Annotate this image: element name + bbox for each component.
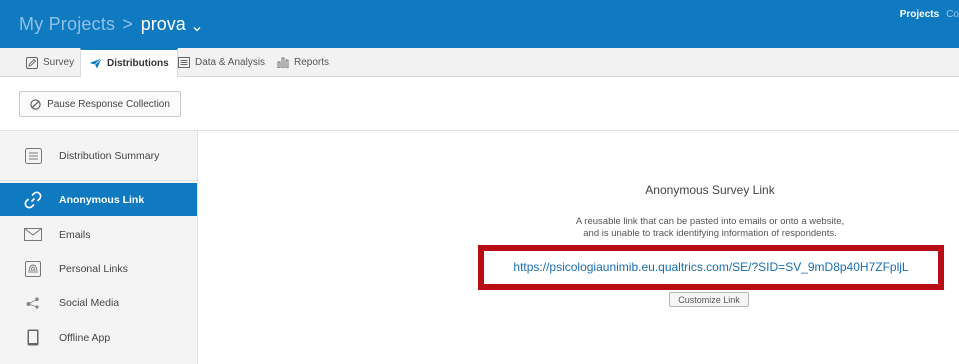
anonymous-survey-link[interactable]: https://psicologiaunimib.eu.qualtrics.co… <box>486 260 936 274</box>
pause-response-collection-button[interactable]: Pause Response Collection <box>19 91 181 117</box>
top-right-nav: Projects Co <box>900 9 959 20</box>
tab-reports[interactable]: Reports <box>277 48 329 77</box>
tab-label: Data & Analysis <box>195 57 266 68</box>
envelope-icon <box>23 225 43 245</box>
tab-label: Distributions <box>107 58 169 69</box>
sidebar-item-label: Emails <box>59 228 91 241</box>
sidebar-item-label: Anonymous Link <box>59 193 145 206</box>
link-icon <box>23 190 43 210</box>
sidebar-item-label: Personal Links <box>59 262 128 275</box>
share-icon <box>23 293 43 313</box>
sidebar-item-social-media[interactable]: Social Media <box>0 286 197 319</box>
nav-link-truncated[interactable]: Co <box>946 9 959 20</box>
description-line: A reusable link that can be pasted into … <box>575 216 845 227</box>
sidebar-item-distribution-summary[interactable]: Distribution Summary <box>0 131 197 181</box>
tab-label: Survey <box>43 57 75 68</box>
pause-button-label: Pause Response Collection <box>47 98 170 110</box>
pause-circle-icon <box>30 98 41 110</box>
breadcrumb: My Projects > prova <box>19 13 201 35</box>
fingerprint-icon <box>23 259 43 279</box>
breadcrumb-separator: > <box>122 13 133 34</box>
table-icon <box>178 57 190 68</box>
projects-link[interactable]: Projects <box>900 9 939 20</box>
sidebar-item-label: Social Media <box>59 296 120 309</box>
tab-survey[interactable]: Survey <box>26 48 74 77</box>
tab-label: Reports <box>294 57 330 68</box>
bar-chart-icon <box>277 57 289 68</box>
sidebar-item-emails[interactable]: Emails <box>0 218 197 251</box>
sidebar-item-label: Distribution Summary <box>59 149 160 162</box>
sidebar-item-offline-app[interactable]: Offline App <box>0 321 197 354</box>
anonymous-link-title: Anonymous Survey Link <box>645 183 775 197</box>
tablet-icon <box>23 328 43 348</box>
tab-data-analysis[interactable]: Data & Analysis <box>178 48 265 77</box>
tab-distributions[interactable]: Distributions <box>80 48 178 78</box>
tab-bar: Survey Distributions Data & Analysis Rep… <box>0 48 959 78</box>
sidebar-item-anonymous-link[interactable]: Anonymous Link <box>0 183 197 216</box>
summary-icon <box>23 146 43 166</box>
description-line: and is unable to track identifying infor… <box>583 228 837 239</box>
paper-plane-icon <box>89 58 102 69</box>
customize-link-button[interactable]: Customize Link <box>669 292 749 307</box>
chevron-down-icon[interactable] <box>193 20 201 32</box>
breadcrumb-my-projects[interactable]: My Projects <box>19 14 115 35</box>
sidebar-item-personal-links[interactable]: Personal Links <box>0 252 197 285</box>
top-header: My Projects > prova Projects Co <box>0 0 959 48</box>
project-name[interactable]: prova <box>141 14 186 35</box>
anonymous-link-description: A reusable link that can be pasted into … <box>520 216 900 240</box>
pencil-icon <box>26 56 38 69</box>
sidebar-item-label: Offline App <box>59 331 111 344</box>
distribution-sidebar: Distribution Summary Anonymous Link Emai… <box>0 131 198 364</box>
